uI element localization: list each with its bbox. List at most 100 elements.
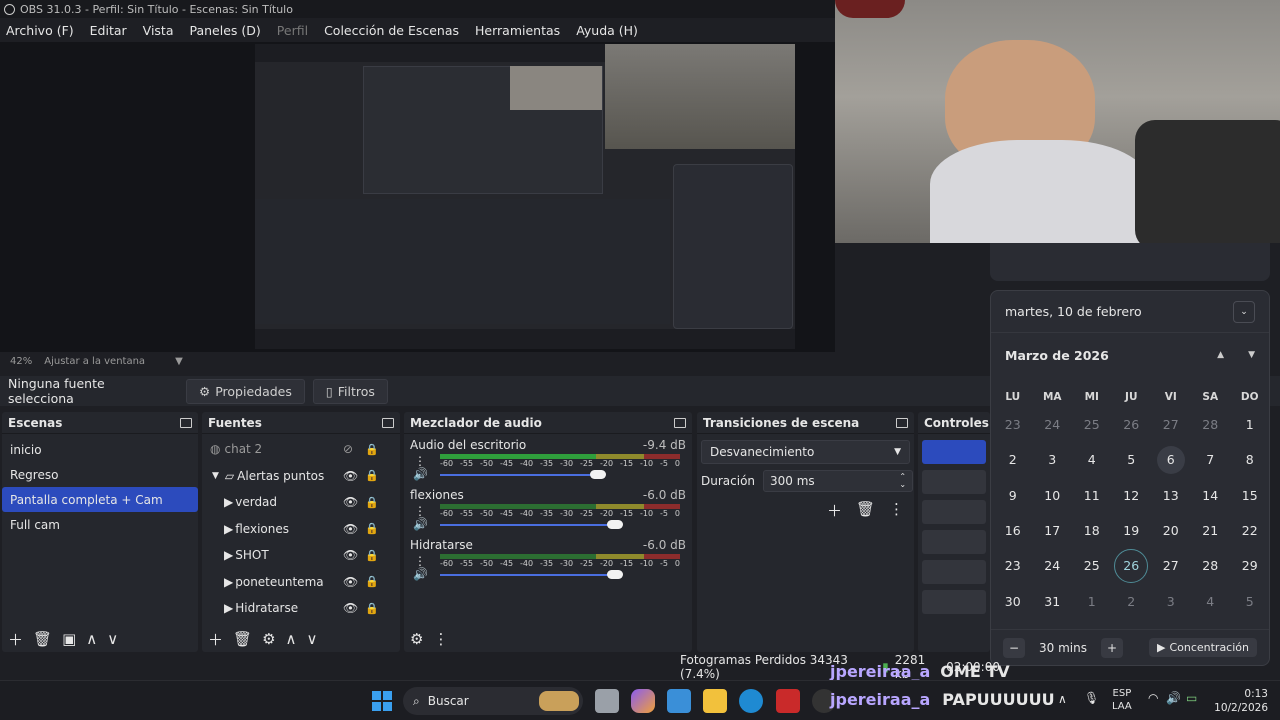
calendar-day[interactable]: 27 <box>1151 548 1191 583</box>
eye-icon[interactable]: 👁 <box>343 548 358 562</box>
control-button[interactable] <box>922 590 986 614</box>
chevron-down-icon[interactable]: ▼ <box>175 356 183 367</box>
zoom-fit-select[interactable]: Ajustar a la ventana <box>44 356 145 367</box>
lock-icon[interactable]: 🔒 <box>365 443 379 456</box>
speaker-icon[interactable]: 🔊 <box>413 467 428 481</box>
calendar-day[interactable]: 12 <box>1112 478 1152 513</box>
calendar-day[interactable]: 2 <box>1112 583 1152 618</box>
calendar-day[interactable]: 5 <box>1230 583 1270 618</box>
collapse-calendar-button[interactable]: ⌄ <box>1233 300 1255 323</box>
more-options-icon[interactable]: ⋮ <box>414 504 426 518</box>
lock-icon[interactable]: 🔒 <box>365 469 379 482</box>
eye-icon[interactable]: 👁 <box>343 575 358 589</box>
control-button[interactable] <box>922 560 986 584</box>
menu-archivo[interactable]: Archivo (F) <box>6 23 74 38</box>
source-item[interactable]: ◍ chat 2 ⊘ 🔒 <box>202 436 400 463</box>
volume-slider[interactable] <box>440 518 680 532</box>
scene-item-selected[interactable]: Pantalla completa + Cam <box>2 487 198 512</box>
calendar-day[interactable]: 1 <box>1230 407 1270 442</box>
eye-icon[interactable]: 👁 <box>343 469 358 483</box>
copilot-icon[interactable] <box>631 689 655 713</box>
control-button[interactable] <box>922 470 986 494</box>
lock-icon[interactable]: 🔒 <box>365 602 379 615</box>
wifi-icon[interactable]: ◠ <box>1148 691 1158 705</box>
clock[interactable]: 0:13 10/2/2026 <box>1210 687 1268 715</box>
focus-session-button[interactable]: ▶ Concentración <box>1148 638 1257 657</box>
calendar-day[interactable]: 4 <box>1191 583 1231 618</box>
volume-slider[interactable] <box>440 468 680 482</box>
control-button[interactable] <box>922 500 986 524</box>
photos-icon[interactable] <box>667 689 691 713</box>
calendar-day[interactable]: 14 <box>1191 478 1231 513</box>
start-streaming-button[interactable] <box>922 440 986 464</box>
duration-input[interactable]: 300 ms ⌃ ⌄ <box>763 470 914 492</box>
menu-herramientas[interactable]: Herramientas <box>475 23 560 38</box>
calendar-day[interactable]: 16 <box>993 513 1033 548</box>
more-options-icon[interactable]: ⋮ <box>889 500 904 521</box>
undock-icon[interactable] <box>180 417 192 428</box>
calendar-day[interactable]: 3 <box>1033 442 1073 477</box>
calendar-day[interactable]: 21 <box>1191 513 1231 548</box>
eye-hidden-icon[interactable]: ⊘ <box>343 442 353 456</box>
eye-icon[interactable]: 👁 <box>343 495 358 509</box>
move-up-icon[interactable]: ∧ <box>86 630 97 648</box>
menu-vista[interactable]: Vista <box>143 23 174 38</box>
decrease-focus-button[interactable]: − <box>1003 637 1025 658</box>
previous-month-icon[interactable]: ▲ <box>1217 350 1224 360</box>
speaker-icon[interactable]: 🔊 <box>413 567 428 581</box>
calendar-day[interactable]: 28 <box>1191 407 1231 442</box>
battery-icon[interactable]: ▭ <box>1186 691 1197 705</box>
task-view-icon[interactable] <box>595 689 619 713</box>
more-options-icon[interactable]: ⋮ <box>414 554 426 568</box>
calendar-day[interactable]: 1 <box>1072 583 1112 618</box>
calendar-day[interactable]: 20 <box>1151 513 1191 548</box>
calendar-day[interactable]: 13 <box>1151 478 1191 513</box>
calendar-day[interactable]: 4 <box>1072 442 1112 477</box>
calendar-day[interactable]: 11 <box>1072 478 1112 513</box>
lock-icon[interactable]: 🔒 <box>365 522 379 535</box>
undock-icon[interactable] <box>674 417 686 428</box>
calendar-day[interactable]: 2 <box>993 442 1033 477</box>
advanced-audio-icon[interactable]: ⚙ <box>410 630 423 648</box>
lock-icon[interactable]: 🔒 <box>365 549 379 562</box>
menu-paneles[interactable]: Paneles (D) <box>190 23 261 38</box>
windows-start-icon[interactable] <box>370 689 394 713</box>
calendar-day[interactable]: 15 <box>1230 478 1270 513</box>
scene-item[interactable]: Regreso <box>2 462 198 487</box>
undock-icon[interactable] <box>382 417 394 428</box>
calendar-day[interactable]: 23 <box>993 407 1033 442</box>
trash-icon[interactable]: 🗑 <box>233 630 252 648</box>
eye-icon[interactable]: 👁 <box>343 601 358 615</box>
calendar-day[interactable]: 24 <box>1033 548 1073 583</box>
transition-select[interactable]: Desvanecimiento ▼ <box>701 440 910 464</box>
trash-icon[interactable]: 🗑 <box>33 630 52 648</box>
control-button[interactable] <box>922 530 986 554</box>
calendar-day[interactable]: 10 <box>1033 478 1073 513</box>
calendar-day[interactable]: 17 <box>1033 513 1073 548</box>
calendar-day[interactable]: 7 <box>1191 442 1231 477</box>
volume-slider[interactable] <box>440 568 680 582</box>
calendar-day[interactable]: 25 <box>1072 407 1112 442</box>
scene-filter-icon[interactable]: ▣ <box>62 630 76 648</box>
properties-button[interactable]: ⚙ Propiedades <box>186 378 305 404</box>
collapse-icon[interactable]: ▼ <box>212 471 219 481</box>
more-options-icon[interactable]: ⋮ <box>414 454 426 468</box>
file-explorer-icon[interactable] <box>703 689 727 713</box>
calendar-day[interactable]: 25 <box>1072 548 1112 583</box>
source-group[interactable]: ▼ ▱ Alertas puntos 👁 🔒 <box>202 463 400 490</box>
source-item[interactable]: ▶ flexiones 👁 🔒 <box>202 516 400 543</box>
filters-button[interactable]: ▯ Filtros <box>312 378 388 404</box>
microphone-icon[interactable]: 🎙 <box>1084 691 1099 705</box>
calendar-day[interactable]: 28 <box>1191 548 1231 583</box>
edge-icon[interactable] <box>739 689 763 713</box>
calendar-day[interactable]: 26 <box>1112 548 1152 583</box>
language-indicator[interactable]: ESP LAA <box>1112 687 1132 713</box>
increase-focus-button[interactable]: + <box>1100 637 1123 658</box>
next-month-icon[interactable]: ▼ <box>1248 350 1255 360</box>
calendar-day[interactable]: 27 <box>1151 407 1191 442</box>
search-box[interactable]: ⌕ Buscar <box>403 687 583 715</box>
spinner-icon[interactable]: ⌃ ⌄ <box>899 473 906 489</box>
lock-icon[interactable]: 🔒 <box>365 575 379 588</box>
calendar-month[interactable]: Marzo de 2026 <box>1005 348 1109 363</box>
calendar-day[interactable]: 8 <box>1230 442 1270 477</box>
